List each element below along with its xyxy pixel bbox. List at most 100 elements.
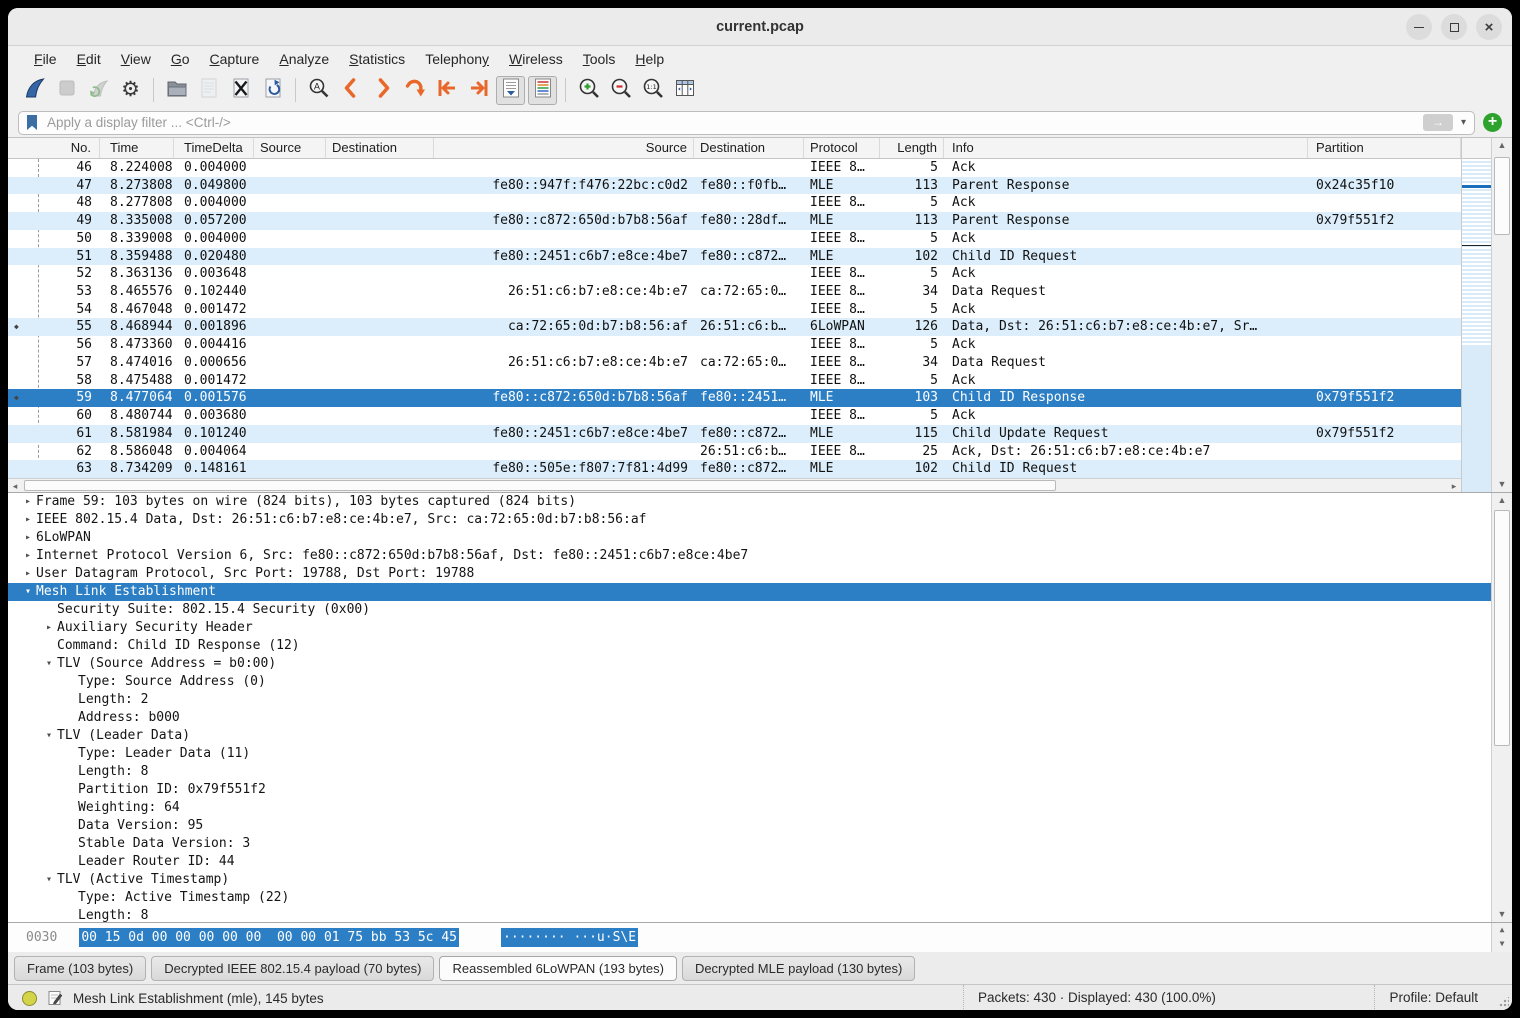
hex-ascii-selected[interactable]: ········ ···u·S\E bbox=[501, 928, 638, 947]
expander-closed-icon[interactable]: ▸ bbox=[20, 565, 36, 583]
detail-row[interactable]: Leader Router ID: 44 bbox=[8, 853, 1491, 871]
colorize-button[interactable] bbox=[528, 76, 557, 105]
column-header-src1[interactable]: Source bbox=[254, 138, 326, 158]
menu-capture[interactable]: Capture bbox=[200, 46, 270, 72]
column-header-dst[interactable]: Destination bbox=[694, 138, 804, 158]
expander-closed-icon[interactable]: ▸ bbox=[20, 547, 36, 565]
packet-row[interactable]: 498.3350080.057200fe80::c872:650d:b7b8:5… bbox=[8, 212, 1461, 230]
capture-comment-icon[interactable] bbox=[47, 990, 63, 1006]
menu-statistics[interactable]: Statistics bbox=[339, 46, 415, 72]
detail-row[interactable]: ▸6LoWPAN bbox=[8, 529, 1491, 547]
packet-row[interactable]: 578.4740160.00065626:51:c6:b7:e8:ce:4b:e… bbox=[8, 354, 1461, 372]
byte-tab[interactable]: Frame (103 bytes) bbox=[14, 956, 146, 981]
column-header-src[interactable]: Source bbox=[434, 138, 694, 158]
intelligent-scrollbar[interactable] bbox=[1461, 138, 1491, 492]
go-first-button[interactable] bbox=[432, 76, 461, 105]
packet-row[interactable]: 508.3390080.004000IEEE 8…5Ack bbox=[8, 230, 1461, 248]
column-header-info[interactable]: Info bbox=[944, 138, 1308, 158]
menu-wireless[interactable]: Wireless bbox=[499, 46, 573, 72]
detail-row[interactable]: Security Suite: 802.15.4 Security (0x00) bbox=[8, 601, 1491, 619]
maximize-button[interactable] bbox=[1441, 14, 1467, 40]
packet-row[interactable]: 628.5860480.00406426:51:c6:b…IEEE 8…25Ac… bbox=[8, 443, 1461, 461]
packet-list-vscrollbar[interactable]: ▲ ▼ bbox=[1491, 138, 1512, 492]
packet-row[interactable]: 478.2738080.049800fe80::947f:f476:22bc:c… bbox=[8, 177, 1461, 195]
detail-row[interactable]: ▾TLV (Active Timestamp) bbox=[8, 871, 1491, 889]
column-header-dst1[interactable]: Destination bbox=[326, 138, 434, 158]
vscroll-thumb[interactable] bbox=[1494, 157, 1510, 235]
expander-closed-icon[interactable]: ▸ bbox=[20, 529, 36, 547]
detail-row[interactable]: Stable Data Version: 3 bbox=[8, 835, 1491, 853]
packet-row[interactable]: 518.3594880.020480fe80::2451:c6b7:e8ce:4… bbox=[8, 248, 1461, 266]
go-next-button[interactable] bbox=[368, 76, 397, 105]
menu-help[interactable]: Help bbox=[625, 46, 674, 72]
zoom-original-button[interactable]: 1:1 bbox=[638, 76, 667, 105]
detail-row[interactable]: Partition ID: 0x79f551f2 bbox=[8, 781, 1491, 799]
vscroll-up-arrow-icon[interactable]: ▲ bbox=[1492, 138, 1512, 153]
expander-closed-icon[interactable]: ▸ bbox=[20, 493, 36, 511]
menu-tools[interactable]: Tools bbox=[573, 46, 626, 72]
zoom-out-button[interactable] bbox=[606, 76, 635, 105]
close-file-button[interactable] bbox=[226, 76, 255, 105]
details-vscroll-thumb[interactable] bbox=[1494, 510, 1510, 746]
hscroll-right-arrow-icon[interactable]: ▸ bbox=[1447, 479, 1461, 493]
column-header-part[interactable]: Partition bbox=[1308, 138, 1461, 158]
packet-row[interactable]: 638.7342090.148161fe80::505e:f807:7f81:4… bbox=[8, 460, 1461, 478]
hscroll-left-arrow-icon[interactable]: ◂ bbox=[8, 479, 22, 493]
packet-list-hscrollbar[interactable]: ◂ ▸ bbox=[8, 478, 1461, 492]
column-header-delta[interactable]: TimeDelta bbox=[174, 138, 254, 158]
byte-tab[interactable]: Decrypted MLE payload (130 bytes) bbox=[682, 956, 915, 981]
detail-row[interactable]: Weighting: 64 bbox=[8, 799, 1491, 817]
status-profile[interactable]: Profile: Default bbox=[1374, 985, 1478, 1010]
capture-options-button[interactable]: ⚙ bbox=[116, 76, 145, 105]
detail-row[interactable]: ▾TLV (Source Address = b0:00) bbox=[8, 655, 1491, 673]
menu-file[interactable]: File bbox=[24, 46, 67, 72]
menu-edit[interactable]: Edit bbox=[67, 46, 111, 72]
detail-row[interactable]: Length: 8 bbox=[8, 763, 1491, 781]
detail-row[interactable]: ▸Frame 59: 103 bytes on wire (824 bits),… bbox=[8, 493, 1491, 511]
hscroll-thumb[interactable] bbox=[24, 480, 1056, 491]
auto-scroll-button[interactable] bbox=[496, 76, 525, 105]
detail-row[interactable]: ▾Mesh Link Establishment bbox=[8, 583, 1491, 601]
detail-row[interactable]: ▸Internet Protocol Version 6, Src: fe80:… bbox=[8, 547, 1491, 565]
detail-row[interactable]: Command: Child ID Response (12) bbox=[8, 637, 1491, 655]
expert-info-icon[interactable] bbox=[22, 991, 37, 1006]
start-capture-button[interactable] bbox=[20, 76, 49, 105]
packet-row[interactable]: 618.5819840.101240fe80::2451:c6b7:e8ce:4… bbox=[8, 425, 1461, 443]
packet-row[interactable]: 588.4754880.001472IEEE 8…5Ack bbox=[8, 372, 1461, 390]
details-vscrollbar[interactable]: ▲ ▼ bbox=[1491, 493, 1512, 922]
packet-row[interactable]: 608.4807440.003680IEEE 8…5Ack bbox=[8, 407, 1461, 425]
byte-tab[interactable]: Reassembled 6LoWPAN (193 bytes) bbox=[439, 956, 676, 981]
apply-filter-button[interactable]: → bbox=[1423, 114, 1453, 131]
packet-row[interactable]: 468.2240080.004000IEEE 8…5Ack bbox=[8, 159, 1461, 177]
column-header-no[interactable]: No. bbox=[8, 138, 100, 158]
go-previous-button[interactable] bbox=[336, 76, 365, 105]
detail-row[interactable]: ▸User Datagram Protocol, Src Port: 19788… bbox=[8, 565, 1491, 583]
detail-row[interactable]: ▸Auxiliary Security Header bbox=[8, 619, 1491, 637]
expander-open-icon[interactable]: ▾ bbox=[20, 583, 36, 601]
menu-go[interactable]: Go bbox=[161, 46, 200, 72]
display-filter-field[interactable]: → ▾ bbox=[18, 111, 1475, 135]
column-header-len[interactable]: Length bbox=[880, 138, 944, 158]
resize-columns-button[interactable] bbox=[670, 76, 699, 105]
filter-dropdown-caret[interactable]: ▾ bbox=[1459, 117, 1468, 128]
detail-row[interactable]: ▸IEEE 802.15.4 Data, Dst: 26:51:c6:b7:e8… bbox=[8, 511, 1491, 529]
detail-row[interactable]: Data Version: 95 bbox=[8, 817, 1491, 835]
detail-row[interactable]: Address: b000 bbox=[8, 709, 1491, 727]
vscroll-down-arrow-icon[interactable]: ▼ bbox=[1492, 477, 1512, 492]
zoom-in-button[interactable] bbox=[574, 76, 603, 105]
resize-grip[interactable] bbox=[1499, 997, 1509, 1007]
go-to-packet-button[interactable] bbox=[400, 76, 429, 105]
expander-open-icon[interactable]: ▾ bbox=[41, 655, 57, 673]
expander-closed-icon[interactable]: ▸ bbox=[20, 511, 36, 529]
packet-row[interactable]: 568.4733600.004416IEEE 8…5Ack bbox=[8, 336, 1461, 354]
open-file-button[interactable] bbox=[162, 76, 191, 105]
intelligent-scrollbar-map[interactable] bbox=[1462, 159, 1491, 492]
expander-closed-icon[interactable]: ▸ bbox=[41, 619, 57, 637]
menu-analyze[interactable]: Analyze bbox=[269, 46, 339, 72]
column-header-time[interactable]: Time bbox=[100, 138, 174, 158]
packet-row[interactable]: 538.4655760.10244026:51:c6:b7:e8:ce:4b:e… bbox=[8, 283, 1461, 301]
reload-file-button[interactable] bbox=[258, 76, 287, 105]
packet-row[interactable]: ◆558.4689440.001896ca:72:65:0d:b7:b8:56:… bbox=[8, 318, 1461, 336]
detail-row[interactable]: ▾TLV (Leader Data) bbox=[8, 727, 1491, 745]
add-filter-button[interactable]: + bbox=[1483, 113, 1502, 132]
